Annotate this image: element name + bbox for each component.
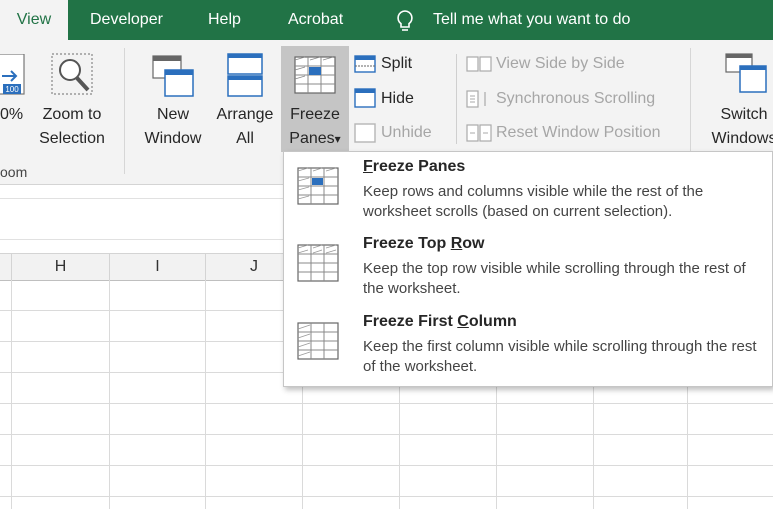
svg-text:100: 100 — [5, 85, 19, 94]
menu-item-freeze-top-row[interactable]: Freeze Top Row Keep the top row visible … — [284, 229, 772, 307]
tab-acrobat[interactable]: Acrobat — [288, 0, 343, 40]
freeze-panes-icon — [297, 167, 339, 205]
freeze-panes-label-1: Freeze — [290, 106, 340, 123]
zoom-to-selection-button[interactable]: Zoom to Selection — [34, 103, 110, 151]
accelerator-key: F — [363, 158, 373, 175]
new-window-button[interactable]: New Window — [138, 103, 208, 151]
switch-windows-button[interactable]: Switch Windows — [704, 103, 773, 151]
column-header-i[interactable]: I — [110, 254, 206, 280]
column-header[interactable] — [0, 254, 12, 280]
separator — [456, 54, 457, 144]
tab-help[interactable]: Help — [208, 0, 241, 40]
dropdown-arrow-icon: ▾ — [334, 132, 341, 146]
menu-item-description: Keep the top row visible while scrolling… — [363, 260, 746, 297]
arrange-all-button[interactable]: Arrange All — [212, 103, 278, 151]
split-icon — [354, 55, 376, 73]
freeze-panes-label-2: Panes — [289, 130, 335, 147]
reset-window-position-button[interactable]: Reset Window Position — [496, 121, 661, 145]
menu-item-description: Keep the first column visible while scro… — [363, 338, 757, 375]
accelerator-key: R — [450, 235, 463, 252]
zoom-to-selection-icon — [51, 53, 93, 95]
tell-me-text: Tell me what you want to do — [433, 11, 631, 28]
synchronous-scrolling-button[interactable]: Synchronous Scrolling — [496, 87, 655, 111]
menu-item-title: Freeze First — [363, 313, 458, 330]
split-button[interactable]: Split — [381, 52, 412, 76]
column-header-h[interactable]: H — [12, 254, 110, 280]
menu-item-title: Freeze Top — [363, 235, 451, 252]
new-window-icon — [152, 55, 194, 97]
freeze-top-row-icon — [297, 244, 339, 282]
ribbon-tab-bar: View Developer Help Acrobat Tell me what… — [0, 0, 773, 40]
freeze-panes-menu: Freeze Panes Keep rows and columns visib… — [283, 151, 773, 387]
reset-window-position-icon — [466, 124, 492, 142]
synchronous-scrolling-icon — [466, 90, 486, 108]
menu-item-title: reeze Panes — [372, 158, 466, 175]
tab-view[interactable]: View — [0, 0, 68, 40]
switch-windows-icon — [725, 53, 767, 93]
accelerator-key: C — [457, 313, 469, 330]
freeze-panes-icon — [294, 56, 336, 94]
menu-item-freeze-panes[interactable]: Freeze Panes Keep rows and columns visib… — [284, 152, 772, 230]
freeze-first-column-icon — [297, 322, 339, 360]
hide-button[interactable]: Hide — [381, 87, 414, 111]
view-side-by-side-icon — [466, 56, 492, 72]
lightbulb-icon — [397, 10, 413, 31]
arrange-all-icon — [227, 53, 263, 97]
menu-item-freeze-first-column[interactable]: Freeze First Column Keep the first colum… — [284, 307, 772, 385]
freeze-panes-button[interactable]: Freeze Panes▾ — [281, 46, 349, 152]
unhide-icon — [354, 123, 376, 143]
tab-developer[interactable]: Developer — [90, 0, 163, 40]
hide-icon — [354, 88, 376, 108]
zoom-group-label: oom — [0, 164, 28, 180]
group-separator — [124, 48, 125, 174]
zoom-100-icon: 100 — [0, 54, 25, 95]
unhide-button[interactable]: Unhide — [381, 121, 432, 145]
view-side-by-side-button[interactable]: View Side by Side — [496, 52, 625, 76]
zoom-100-button[interactable]: 0% — [0, 103, 23, 127]
menu-item-description: Keep rows and columns visible while the … — [363, 183, 704, 220]
